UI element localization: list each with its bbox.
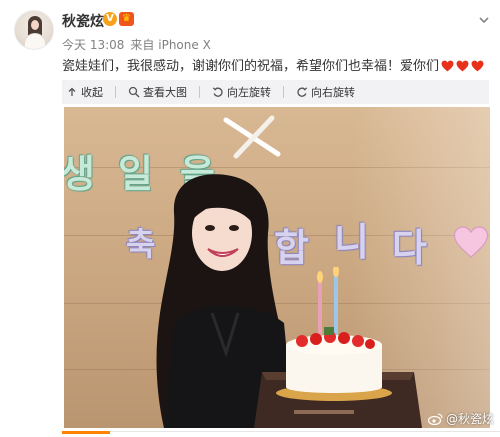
- rotate-right-label: 向右旋转: [311, 86, 355, 99]
- ribbon-bow-icon: [223, 115, 281, 159]
- avatar-face: [31, 20, 39, 30]
- weibo-post: 秋瓷炫 V ♛ 今天 13:08 来自 iPhone X 瓷娃娃们，我很感动，谢谢…: [0, 0, 500, 437]
- chevron-down-icon[interactable]: [478, 14, 490, 26]
- hearts-emoji-group: [441, 60, 484, 72]
- weibo-logo-icon: [428, 412, 443, 425]
- banner-letter: 생: [64, 152, 95, 196]
- toolbar-divider: [115, 86, 116, 98]
- magnifier-icon: [128, 86, 140, 98]
- banner-letter: 니: [334, 220, 369, 264]
- post-time-link[interactable]: 今天 13:08: [62, 38, 124, 52]
- post-photo[interactable]: 생 일 을 축 합 니 다: [64, 107, 490, 428]
- heart-icon: [471, 60, 484, 72]
- member-crown-icon[interactable]: ♛: [119, 12, 134, 26]
- photo-watermark: @秋瓷炫: [428, 410, 494, 427]
- image-toolbar: 收起 查看大图 向左旋转 向右旋转: [62, 80, 489, 104]
- watermark-text: @秋瓷炫: [446, 412, 495, 426]
- rotate-left-button[interactable]: 向左旋转: [212, 84, 271, 100]
- from-label: 来自: [130, 38, 155, 52]
- user-nickname-link[interactable]: 秋瓷炫: [62, 11, 104, 31]
- view-large-label: 查看大图: [143, 86, 187, 99]
- toolbar-divider: [283, 86, 284, 98]
- rotate-right-button[interactable]: 向右旋转: [296, 84, 355, 100]
- view-large-button[interactable]: 查看大图: [128, 84, 187, 100]
- post-meta: 今天 13:08 来自 iPhone X: [62, 36, 211, 53]
- birthday-cake: [276, 267, 392, 401]
- heart-icon: [456, 60, 469, 72]
- paper-heart-icon: [453, 226, 489, 258]
- active-tab-indicator: [62, 431, 110, 434]
- toolbar-divider: [199, 86, 200, 98]
- rotate-left-icon: [212, 87, 223, 97]
- post-text-content: 瓷娃娃们，我很感动，谢谢你们的祝福，希望你们也幸福！爱你们: [62, 59, 440, 74]
- collapse-button[interactable]: 收起: [66, 84, 103, 100]
- collapse-arrow-icon: [68, 87, 76, 96]
- collapse-label: 收起: [81, 86, 103, 99]
- device-link[interactable]: iPhone X: [158, 38, 211, 52]
- user-avatar[interactable]: [14, 10, 54, 50]
- rotate-left-label: 向左旋转: [227, 86, 271, 99]
- verified-badge-icon[interactable]: V: [103, 12, 117, 26]
- post-text: 瓷娃娃们，我很感动，谢谢你们的祝福，希望你们也幸福！爱你们: [62, 55, 484, 74]
- heart-icon: [441, 60, 454, 72]
- banner-letter: 다: [392, 226, 427, 270]
- rotate-right-icon: [297, 87, 308, 97]
- post-bottom-divider: [62, 431, 500, 437]
- avatar-dress: [24, 33, 46, 49]
